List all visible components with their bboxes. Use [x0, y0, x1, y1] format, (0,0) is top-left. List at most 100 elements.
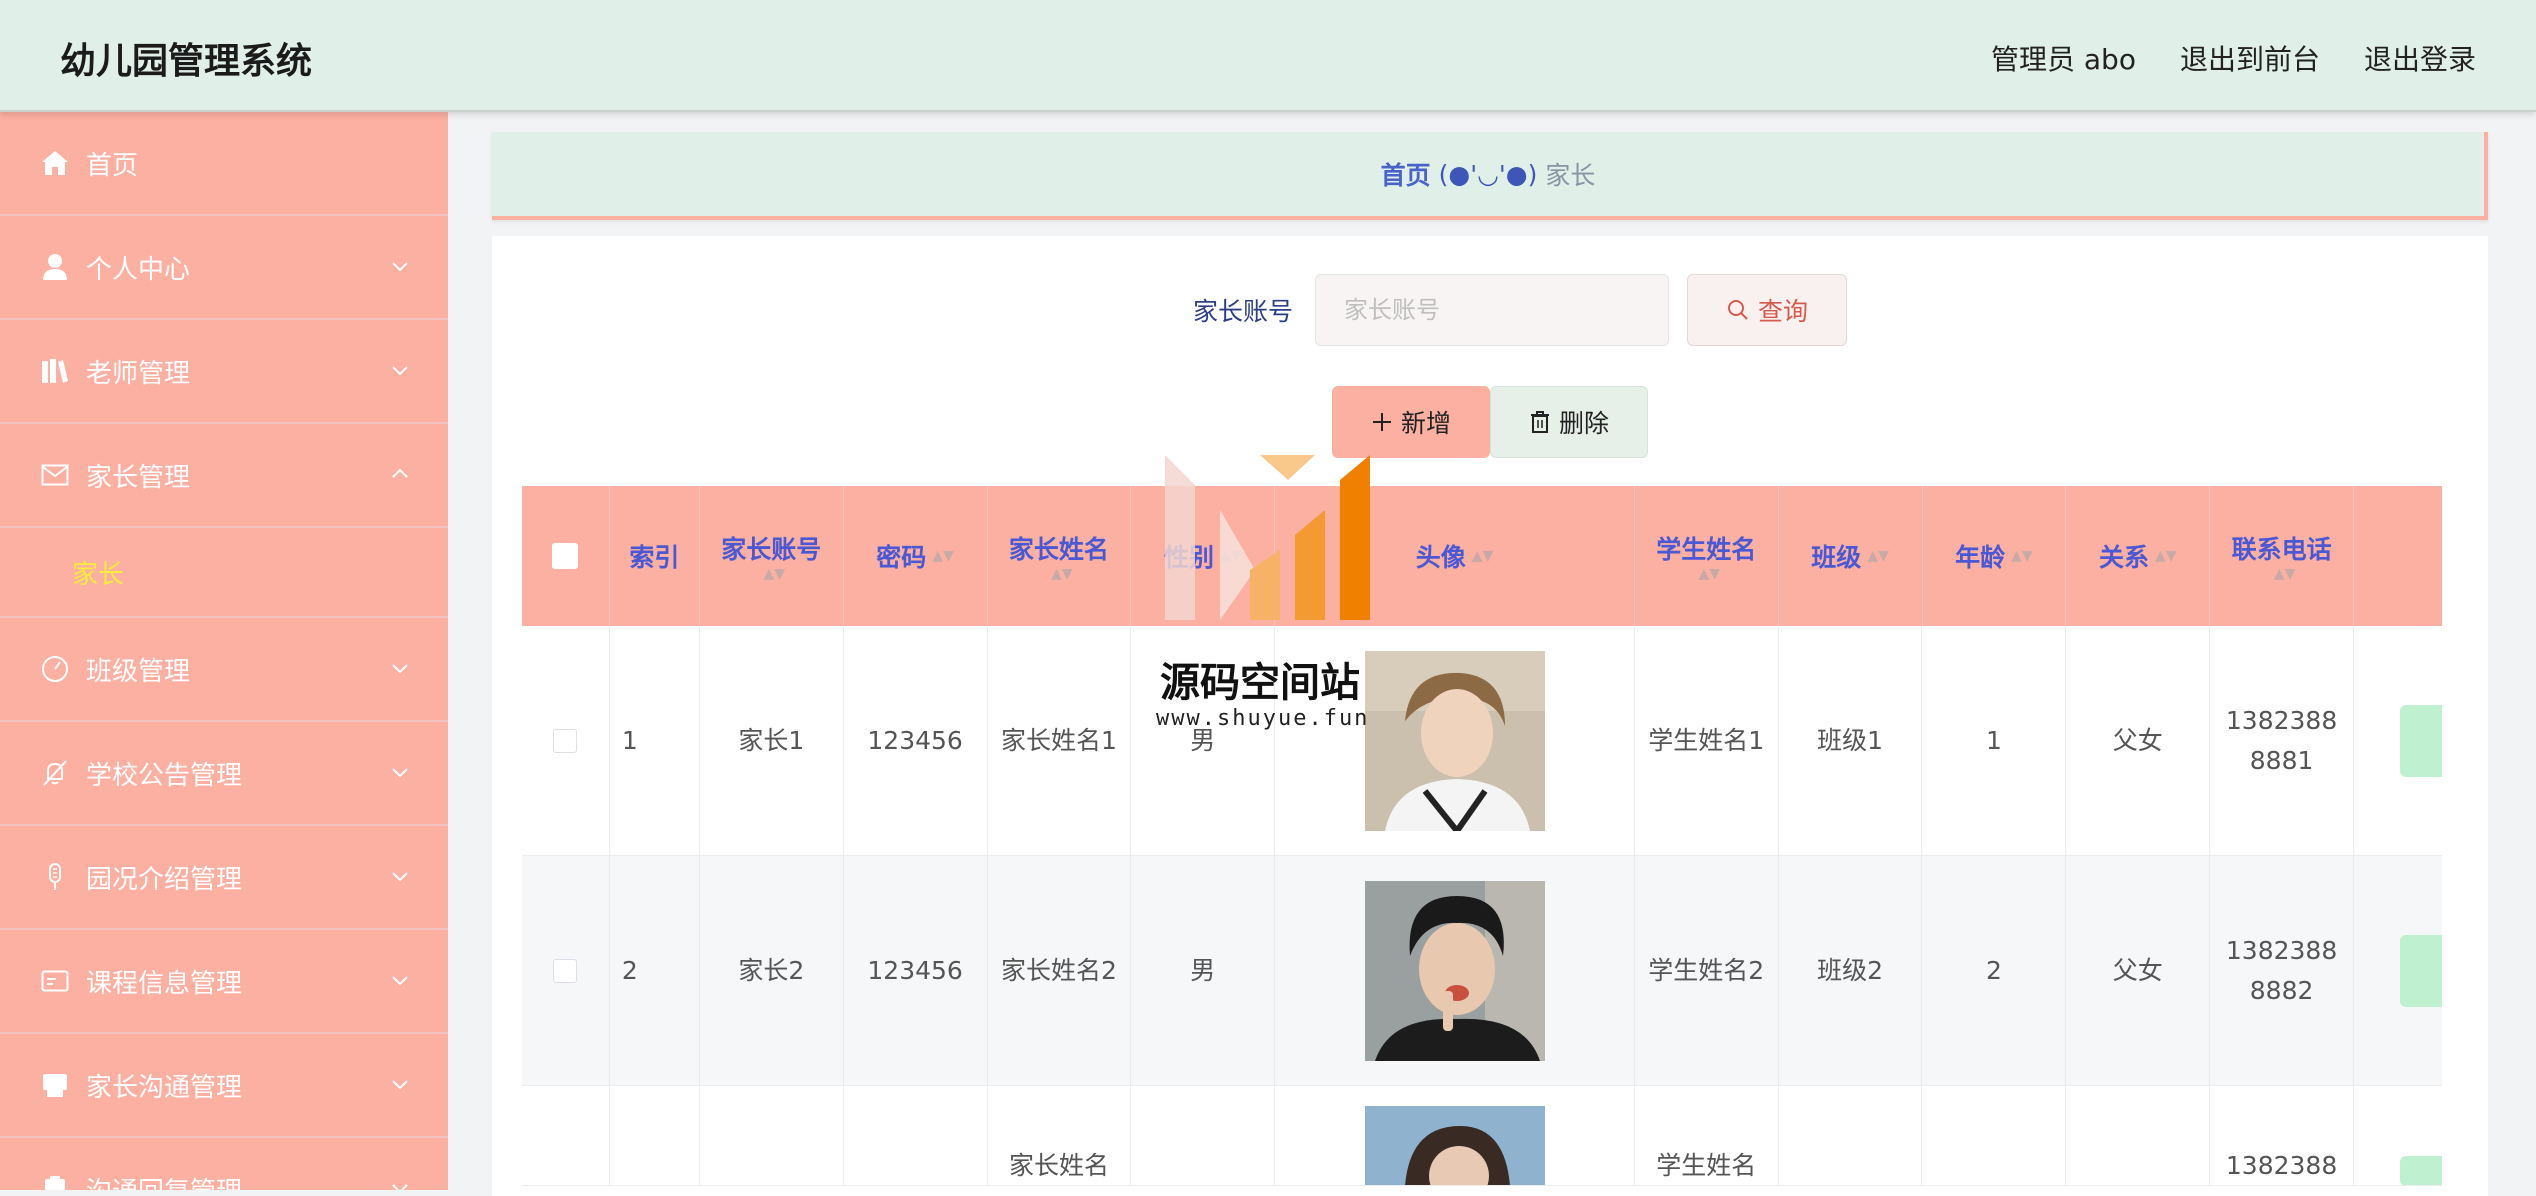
cell-relation: 父女	[2066, 626, 2211, 855]
sidebar-item-parent-management[interactable]: 家长管理	[0, 424, 448, 528]
printer-icon	[40, 1070, 70, 1100]
sidebar-item-school-notice-management[interactable]: 学校公告管理	[0, 722, 448, 826]
cell-password: 123456	[844, 856, 988, 1085]
cell-student-name: 学生姓名	[1635, 1086, 1779, 1185]
cell-password: 123456	[844, 626, 988, 855]
sort-icon: ▲▼	[2011, 548, 2033, 564]
chevron-down-icon	[392, 366, 408, 376]
search-icon	[1727, 300, 1748, 320]
sort-icon: ▲▼	[1051, 566, 1073, 582]
table-row: 家长姓名 学生姓名 1382388	[522, 1086, 2442, 1186]
sort-icon: ▲▼	[1867, 548, 1889, 564]
back-to-front-link[interactable]: 退出到前台	[2180, 38, 2320, 78]
sidebar-item-label: 班级管理	[86, 656, 191, 687]
chevron-down-icon	[392, 976, 408, 986]
edit-button[interactable]	[2400, 704, 2442, 777]
column-header-actions	[2354, 486, 2442, 626]
cell-relation	[2066, 1086, 2211, 1185]
column-header-gender[interactable]: 性别 ▲▼	[1131, 486, 1276, 626]
column-header-class[interactable]: 班级 ▲▼	[1779, 486, 1923, 626]
column-header-password[interactable]: 密码 ▲▼	[844, 486, 988, 626]
app-title: 幼儿园管理系统	[60, 41, 313, 82]
search-button[interactable]: 查询	[1687, 274, 1847, 346]
gauge-icon	[40, 654, 70, 684]
sidebar-item-label: 家长管理	[86, 462, 191, 493]
add-button-label: 新增	[1400, 409, 1451, 438]
sidebar-item-personal-center[interactable]: 个人中心	[0, 216, 448, 320]
content-panel: 家长账号 查询 新增 删除 索引 家长账号▲▼ 密码▲▼ 家	[492, 236, 2488, 1196]
cell-relation: 父女	[2066, 856, 2211, 1085]
cell-account	[700, 1086, 844, 1185]
cell-account: 家长1	[700, 626, 844, 855]
table-row: 1 家长1 123456 家长姓名1 男 学生姓名1 班级1 1 父女 1382…	[522, 626, 2442, 856]
admin-user-label[interactable]: 管理员 abo	[1991, 38, 2136, 78]
delete-button[interactable]: 删除	[1490, 386, 1648, 458]
cell-name: 家长姓名1	[988, 626, 1132, 855]
row-checkbox[interactable]	[553, 958, 578, 983]
sidebar-item-campus-intro-management[interactable]: 园况介绍管理	[0, 826, 448, 930]
trash-icon	[1530, 411, 1549, 433]
main-content: 首页 (●'◡'●) 家长 家长账号 查询 新增 删除	[448, 112, 2536, 1196]
sidebar-item-label: 个人中心	[86, 254, 191, 285]
chevron-down-icon	[392, 1080, 408, 1090]
logout-link[interactable]: 退出登录	[2364, 38, 2476, 78]
cell-index: 2	[610, 856, 700, 1085]
sidebar-item-class-management[interactable]: 班级管理	[0, 618, 448, 722]
search-input[interactable]	[1315, 274, 1669, 346]
sidebar-item-parent-communication-management[interactable]: 家长沟通管理	[0, 1034, 448, 1138]
sidebar-item-label: 园况介绍管理	[86, 864, 243, 895]
sort-icon: ▲▼	[932, 548, 954, 564]
sidebar-subitem-parent[interactable]: 家长	[0, 528, 448, 618]
column-header-index[interactable]: 索引	[610, 486, 700, 626]
add-button[interactable]: 新增	[1332, 386, 1490, 458]
cell-class	[1779, 1086, 1923, 1185]
column-header-avatar[interactable]: 头像 ▲▼	[1275, 486, 1635, 626]
breadcrumb: 首页 (●'◡'●) 家长	[492, 132, 2488, 220]
select-all-cell	[522, 486, 610, 626]
cell-student-name: 学生姓名2	[1635, 856, 1779, 1085]
plus-icon	[1372, 413, 1391, 431]
sidebar-item-label: 老师管理	[86, 358, 191, 389]
breadcrumb-home[interactable]: 首页	[1381, 156, 1431, 192]
chevron-up-icon	[392, 468, 408, 478]
cell-student-name: 学生姓名1	[1635, 626, 1779, 855]
sort-icon: ▲▼	[1698, 566, 1720, 582]
chevron-down-icon	[392, 262, 408, 272]
sidebar-item-label: 首页	[86, 150, 139, 181]
cell-gender	[1131, 1086, 1276, 1185]
books-icon	[40, 356, 70, 386]
parent-table: 索引 家长账号 ▲▼ 密码 ▲▼ 家长姓名 ▲▼ 性别 ▲▼ 头像 ▲▼ 学生姓名 ▲▼ 班…	[522, 486, 2442, 1186]
edit-button[interactable]	[2400, 934, 2442, 1007]
column-header-account[interactable]: 家长账号 ▲▼	[700, 486, 844, 626]
column-header-student-name[interactable]: 学生姓名 ▲▼	[1635, 486, 1779, 626]
home-icon	[40, 148, 70, 178]
cell-name: 家长姓名	[988, 1086, 1132, 1185]
cell-gender: 男	[1131, 856, 1276, 1085]
sidebar-item-label: 课程信息管理	[86, 968, 243, 999]
sort-icon: ▲▼	[2155, 548, 2177, 564]
sidebar-item-home[interactable]: 首页	[0, 112, 448, 216]
column-header-relation[interactable]: 关系 ▲▼	[2066, 486, 2211, 626]
watermark-title: 源码空间站	[1160, 660, 1360, 706]
breadcrumb-separator: (●'◡'●)	[1438, 159, 1538, 189]
column-header-phone[interactable]: 联系电话 ▲▼	[2210, 486, 2355, 626]
sidebar-item-course-info-management[interactable]: 课程信息管理	[0, 930, 448, 1034]
column-header-name[interactable]: 家长姓名 ▲▼	[988, 486, 1132, 626]
sidebar-item-teacher-management[interactable]: 老师管理	[0, 320, 448, 424]
chevron-down-icon	[392, 664, 408, 674]
watermark-url: www.shuyue.fun	[1156, 706, 1370, 731]
cell-phone: 1382388	[2210, 1086, 2354, 1185]
top-bar: 幼儿园管理系统 管理员 abo 退出到前台 退出登录	[0, 0, 2536, 112]
row-checkbox[interactable]	[553, 728, 578, 753]
cell-age	[1922, 1086, 2067, 1185]
sidebar-item-label: 沟通回复管理	[86, 1171, 242, 1191]
cell-phone: 13823888882	[2210, 856, 2354, 1085]
select-all-checkbox[interactable]	[552, 543, 579, 569]
column-header-age[interactable]: 年龄 ▲▼	[1923, 486, 2067, 626]
search-button-label: 查询	[1757, 297, 1808, 326]
edit-button[interactable]	[2400, 1156, 2442, 1185]
card-icon	[40, 966, 70, 996]
sidebar-item-reply-management[interactable]: 沟通回复管理	[0, 1138, 448, 1190]
table-header: 索引 家长账号 ▲▼ 密码 ▲▼ 家长姓名 ▲▼ 性别 ▲▼ 头像 ▲▼ 学生姓名 ▲▼ 班…	[522, 486, 2442, 626]
avatar	[1364, 650, 1545, 831]
